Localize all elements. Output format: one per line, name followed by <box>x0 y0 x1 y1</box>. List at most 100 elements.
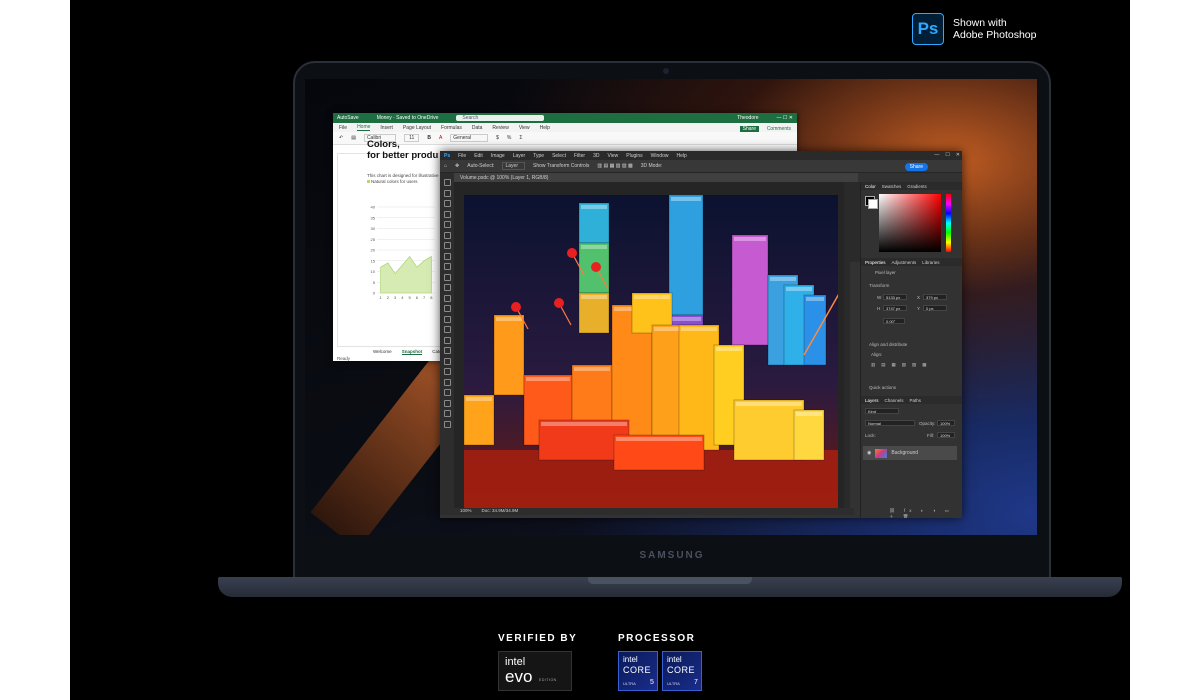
ps-menu-3d[interactable]: 3D <box>593 153 599 159</box>
tab-swatches[interactable]: Swatches <box>882 184 902 189</box>
eraser-tool-icon[interactable] <box>443 305 451 312</box>
more-tool-icon[interactable] <box>443 410 451 417</box>
number-format-select[interactable]: General <box>450 134 489 142</box>
home-icon[interactable]: ⌂ <box>444 163 447 169</box>
object-select-tool-icon[interactable] <box>443 221 451 228</box>
ps-menu-file[interactable]: File <box>458 153 466 159</box>
width-field[interactable]: 5133 px <box>883 294 907 300</box>
photoshop-window[interactable]: Ps File Edit Image Layer Type Select Fil… <box>440 151 962 518</box>
lasso-tool-icon[interactable] <box>443 210 451 218</box>
sum-icon[interactable]: Σ <box>519 135 522 141</box>
marquee-tool-icon[interactable] <box>443 200 451 207</box>
percent-icon[interactable]: % <box>507 135 511 141</box>
angle-field[interactable]: 0.00° <box>883 318 905 324</box>
history-tool-icon[interactable] <box>443 294 451 302</box>
excel-comments-button[interactable]: Comments <box>767 126 791 132</box>
tab-adjustments[interactable]: Adjustments <box>892 260 917 265</box>
gradient-tool-icon[interactable] <box>443 315 451 323</box>
pen-tool-icon[interactable] <box>443 347 451 354</box>
tab-color[interactable]: Color <box>865 184 876 189</box>
zoom-tool-icon[interactable] <box>443 399 451 407</box>
ps-canvas-area[interactable] <box>454 182 844 508</box>
transform-controls-checkbox[interactable]: Show Transform Controls <box>533 163 589 169</box>
menu-help[interactable]: Help <box>540 125 550 131</box>
autosave-toggle[interactable]: AutoSave <box>337 115 359 121</box>
menu-view[interactable]: View <box>519 125 530 131</box>
ps-menu-plugins[interactable]: Plugins <box>626 153 642 159</box>
excel-user[interactable]: Theodore <box>737 115 758 121</box>
frame-tool-icon[interactable] <box>443 242 451 249</box>
sheet-tab-snapshot[interactable]: Snapshot <box>401 349 423 355</box>
layer-kind-filter[interactable]: Kind <box>865 408 899 414</box>
ps-menu-help[interactable]: Help <box>676 153 686 159</box>
layer-row-background[interactable]: ◉ Background <box>863 446 957 460</box>
move-tool-icon[interactable]: ✥ <box>455 163 459 169</box>
ps-menu-select[interactable]: Select <box>552 153 566 159</box>
crop-tool-icon[interactable] <box>443 231 451 239</box>
ps-menu-type[interactable]: Type <box>533 153 544 159</box>
color-picker-field[interactable] <box>879 194 941 252</box>
ps-menu-filter[interactable]: Filter <box>574 153 585 159</box>
hue-slider[interactable] <box>946 194 951 252</box>
ps-menu-edit[interactable]: Edit <box>474 153 483 159</box>
ps-document-tab[interactable]: Volume.psdc @ 100% (Layer 1, RGB/8) <box>454 173 858 182</box>
align-icons[interactable]: ▥ ▤ ▦ ▧ ▨ ▩ <box>597 163 632 169</box>
hand-tool-icon[interactable] <box>443 389 451 396</box>
menu-formulas[interactable]: Formulas <box>441 125 462 131</box>
menu-review[interactable]: Review <box>492 125 508 131</box>
tab-gradients[interactable]: Gradients <box>907 184 927 189</box>
type-tool-icon[interactable] <box>443 357 451 365</box>
paste-icon[interactable]: ▤ <box>351 135 356 141</box>
menu-file[interactable]: File <box>339 125 347 131</box>
dodge-tool-icon[interactable] <box>443 336 451 344</box>
window-controls[interactable]: — ☐ ✕ <box>777 115 793 121</box>
ps-menu-view[interactable]: View <box>608 153 619 159</box>
ps-menu-image[interactable]: Image <box>491 153 505 159</box>
ps-window-controls[interactable]: — ☐ ✕ <box>934 152 960 158</box>
tab-layers[interactable]: Layers <box>865 398 879 403</box>
brush-tool-icon[interactable] <box>443 273 451 281</box>
undo-icon[interactable]: ↶ <box>339 135 343 141</box>
fill-field[interactable]: 100% <box>937 432 955 438</box>
excel-share-button[interactable]: Share <box>739 126 759 132</box>
align-buttons[interactable]: ▥▤▦▧▨▩ <box>871 362 933 368</box>
layer-footer-icons[interactable]: ⛓ fx ◐ ◑ ▭ ＋ 🗑 <box>889 508 962 518</box>
font-color-icon[interactable]: A <box>439 135 442 141</box>
ps-panel-dock[interactable] <box>850 182 860 262</box>
currency-icon[interactable]: $ <box>496 135 499 141</box>
y-field[interactable]: 0 px <box>923 305 947 311</box>
autoselect-label[interactable]: Auto-Select: <box>467 163 494 169</box>
fg-bg-tool-icon[interactable] <box>443 420 451 428</box>
height-field[interactable]: 3747 px <box>883 305 907 311</box>
menu-page-layout[interactable]: Page Layout <box>403 125 431 131</box>
path-select-tool-icon[interactable] <box>443 368 451 375</box>
ps-share-button[interactable]: Share <box>904 163 928 171</box>
clone-tool-icon[interactable] <box>443 284 451 291</box>
tab-paths[interactable]: Paths <box>910 398 922 403</box>
tab-properties[interactable]: Properties <box>865 260 886 265</box>
x-field[interactable]: 379 px <box>923 294 947 300</box>
visibility-eye-icon[interactable]: ◉ <box>867 450 871 456</box>
background-color-swatch[interactable] <box>868 199 878 209</box>
ps-zoom-level[interactable]: 100% <box>460 508 472 515</box>
tab-channels[interactable]: Channels <box>885 398 904 403</box>
opacity-field[interactable]: 100% <box>937 420 955 426</box>
eyedropper-tool-icon[interactable] <box>443 252 451 260</box>
shape-tool-icon[interactable] <box>443 378 451 386</box>
menu-home[interactable]: Home <box>357 124 371 131</box>
transform-section[interactable]: Transform <box>869 283 889 288</box>
layer-select[interactable]: Layer <box>502 162 525 170</box>
ps-menu-window[interactable]: Window <box>651 153 669 159</box>
excel-area-chart[interactable]: 05101520253035401 2 3 4 5 6 7 8 <box>363 203 439 309</box>
tab-libraries[interactable]: Libraries <box>922 260 939 265</box>
menu-data[interactable]: Data <box>472 125 483 131</box>
blend-mode-select[interactable]: Normal <box>865 420 915 426</box>
move-tool-icon[interactable] <box>443 179 451 186</box>
align-section[interactable]: Align and distribute <box>869 342 907 347</box>
ps-menu-layer[interactable]: Layer <box>513 153 526 159</box>
canvas-artwork[interactable] <box>464 195 838 508</box>
menu-insert[interactable]: Insert <box>380 125 393 131</box>
excel-search-input[interactable]: Search <box>456 115 545 121</box>
artboard-tool-icon[interactable] <box>443 189 451 197</box>
blur-tool-icon[interactable] <box>443 326 451 333</box>
